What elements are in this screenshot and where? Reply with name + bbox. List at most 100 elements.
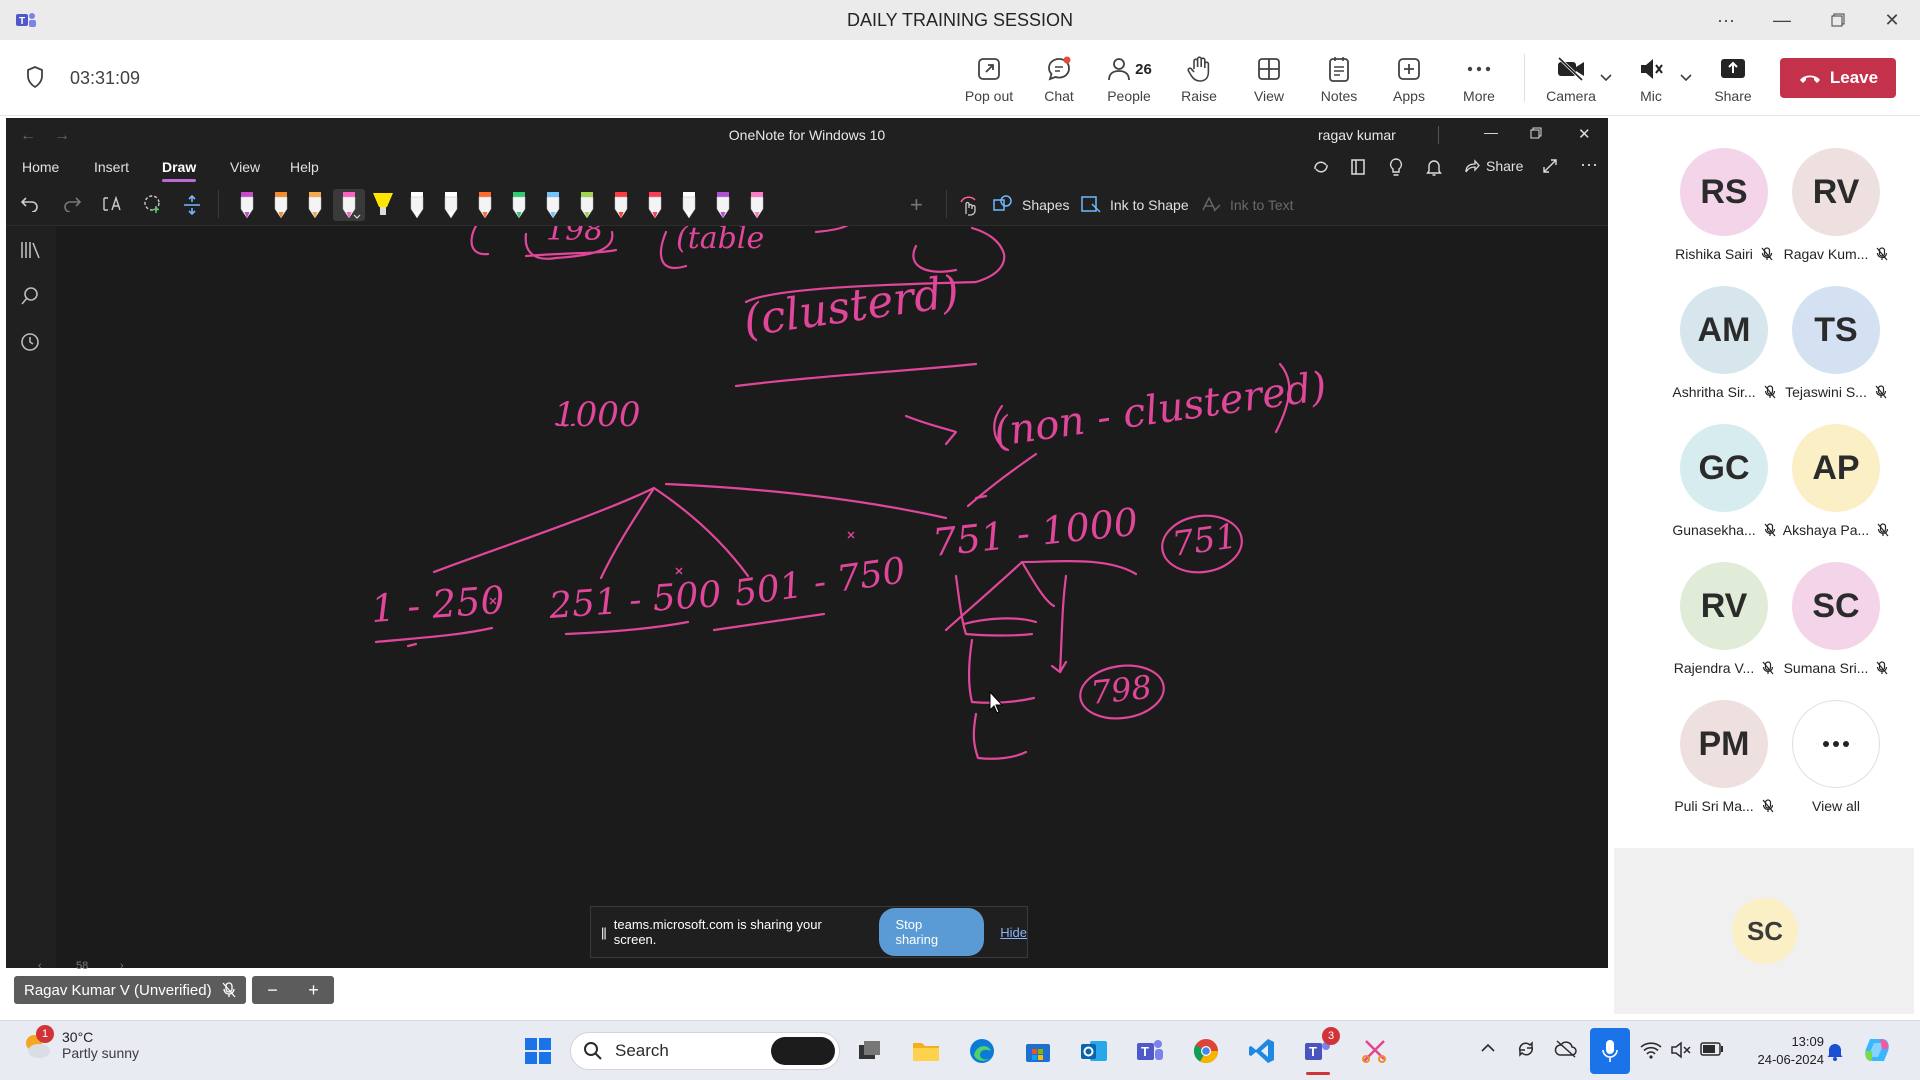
microphone-in-use-icon[interactable] [1590, 1028, 1630, 1074]
teams-new-icon[interactable]: T 3 [1300, 1027, 1340, 1075]
window-more-icon[interactable]: ··· [1706, 6, 1746, 34]
bell-icon[interactable] [1426, 157, 1442, 177]
pen-14-icon[interactable] [676, 189, 702, 221]
raise-hand-button[interactable]: Raise [1166, 52, 1232, 112]
menu-draw[interactable]: Draw [162, 159, 197, 182]
pen-7-icon[interactable] [438, 189, 464, 221]
participant-tile[interactable]: AP Akshaya Pa... [1766, 424, 1906, 554]
onenote-page-canvas[interactable]: 198 (table (clusterd) (non - clustered) … [56, 226, 1608, 968]
leave-button[interactable]: Leave [1780, 58, 1896, 98]
task-view-icon[interactable] [852, 1033, 888, 1069]
show-hidden-icons-chevron[interactable] [1480, 1043, 1496, 1053]
type-select-icon[interactable] [102, 194, 124, 214]
pen-9-icon[interactable] [506, 189, 532, 221]
sync-icon[interactable] [1312, 158, 1330, 176]
camera-options-chevron-icon[interactable] [1600, 74, 1612, 82]
taskbar-clock[interactable]: 13:09 24-06-2024 [1734, 1033, 1825, 1069]
notification-bell-icon[interactable] [1826, 1041, 1844, 1061]
onedrive-offline-icon[interactable] [1554, 1039, 1578, 1059]
notes-button[interactable]: Notes [1306, 52, 1372, 112]
people-button[interactable]: 26 People [1096, 52, 1162, 112]
share-button[interactable]: Share [1700, 52, 1766, 112]
view-all-button[interactable]: View all [1766, 700, 1906, 830]
pen-3-icon[interactable] [302, 189, 328, 221]
teams-app-icon[interactable]: T [1132, 1033, 1168, 1069]
more-icon [1466, 52, 1492, 86]
notebook-icon[interactable] [1350, 158, 1368, 176]
chrome-icon[interactable] [1188, 1033, 1224, 1069]
battery-icon[interactable] [1700, 1042, 1724, 1056]
mic-button[interactable]: Mic [1618, 52, 1684, 112]
copilot-icon[interactable] [1862, 1035, 1892, 1065]
onenote-minimize-button[interactable]: — [1484, 124, 1498, 140]
recent-clock-icon[interactable] [20, 332, 40, 352]
page-prev-icon[interactable]: ‹ [38, 960, 42, 972]
zoom-out-button[interactable]: − [267, 980, 278, 1001]
pen-4-icon[interactable] [333, 189, 365, 221]
volume-muted-icon[interactable] [1670, 1041, 1692, 1059]
taskbar-search[interactable]: Search [570, 1032, 840, 1070]
notebooks-icon[interactable] [20, 240, 42, 260]
participant-tile[interactable]: SC Sumana Sri... [1766, 562, 1906, 692]
pen-11-icon[interactable] [574, 189, 600, 221]
pen-12-icon[interactable] [608, 189, 634, 221]
participant-tile[interactable]: TS Tejaswini S... [1766, 286, 1906, 416]
pop-out-button[interactable]: Pop out [956, 52, 1022, 112]
search-icon[interactable] [20, 286, 40, 306]
vscode-icon[interactable] [1244, 1033, 1280, 1069]
pen-15-icon[interactable] [710, 189, 736, 221]
close-button[interactable]: ✕ [1872, 6, 1912, 34]
lightbulb-icon[interactable] [1388, 157, 1404, 177]
undo-icon[interactable] [20, 194, 40, 212]
more-button[interactable]: More [1446, 52, 1512, 112]
weather-widget[interactable]: 1 30°C Partly sunny [20, 1025, 139, 1061]
pen-1-icon[interactable] [234, 189, 260, 221]
lasso-select-icon[interactable] [142, 194, 164, 214]
menu-home[interactable]: Home [22, 159, 59, 175]
page-next-icon[interactable]: › [120, 960, 124, 972]
touch-draw-icon[interactable] [958, 194, 980, 216]
edge-browser-icon[interactable] [964, 1033, 1000, 1069]
pen-6-icon[interactable] [404, 189, 430, 221]
snipping-tool-icon[interactable] [1356, 1033, 1392, 1069]
apps-button[interactable]: Apps [1376, 52, 1442, 112]
chat-button[interactable]: Chat [1026, 52, 1092, 112]
sync-tray-icon[interactable] [1516, 1039, 1536, 1059]
menu-help[interactable]: Help [290, 159, 319, 175]
ink-to-shape-button[interactable]: Ink to Shape [1110, 197, 1189, 213]
self-video-tile[interactable]: SC [1614, 848, 1914, 1014]
camera-button[interactable]: Camera [1538, 52, 1604, 112]
onenote-more-icon[interactable]: ··· [1580, 154, 1598, 175]
mic-options-chevron-icon[interactable] [1680, 74, 1692, 82]
view-button[interactable]: View [1236, 52, 1302, 112]
pen-10-icon[interactable] [540, 189, 566, 221]
onenote-close-button[interactable]: ✕ [1578, 125, 1591, 143]
minimize-button[interactable]: — [1762, 6, 1802, 34]
outlook-icon[interactable] [1076, 1033, 1112, 1069]
shapes-button[interactable]: Shapes [1022, 197, 1069, 213]
wifi-icon[interactable] [1640, 1041, 1662, 1059]
file-explorer-icon[interactable] [908, 1033, 944, 1069]
pen-8-icon[interactable] [472, 189, 498, 221]
add-space-icon[interactable] [182, 194, 202, 216]
onenote-restore-button[interactable] [1530, 127, 1542, 139]
zoom-in-button[interactable]: + [308, 980, 319, 1001]
pen-2-icon[interactable] [268, 189, 294, 221]
participant-tile[interactable]: RV Ragav Kum... [1766, 148, 1906, 278]
ink-to-shape-icon[interactable] [1080, 194, 1102, 214]
restore-button[interactable] [1818, 6, 1858, 34]
hide-banner-link[interactable]: Hide [1000, 925, 1027, 940]
pen-16-icon[interactable] [744, 189, 770, 221]
menu-view[interactable]: View [230, 159, 260, 175]
redo-icon[interactable] [62, 194, 82, 212]
windows-start-icon[interactable] [520, 1033, 556, 1069]
menu-insert[interactable]: Insert [94, 159, 129, 175]
add-pen-icon[interactable]: + [910, 192, 923, 218]
pen-13-icon[interactable] [642, 189, 668, 221]
shapes-icon[interactable] [992, 194, 1014, 214]
pen-5-icon[interactable] [370, 189, 396, 221]
microsoft-store-icon[interactable] [1020, 1033, 1056, 1069]
fullscreen-icon[interactable] [1542, 158, 1558, 174]
stop-sharing-button[interactable]: Stop sharing [879, 908, 985, 956]
onenote-share-button[interactable]: Share [1464, 158, 1523, 174]
